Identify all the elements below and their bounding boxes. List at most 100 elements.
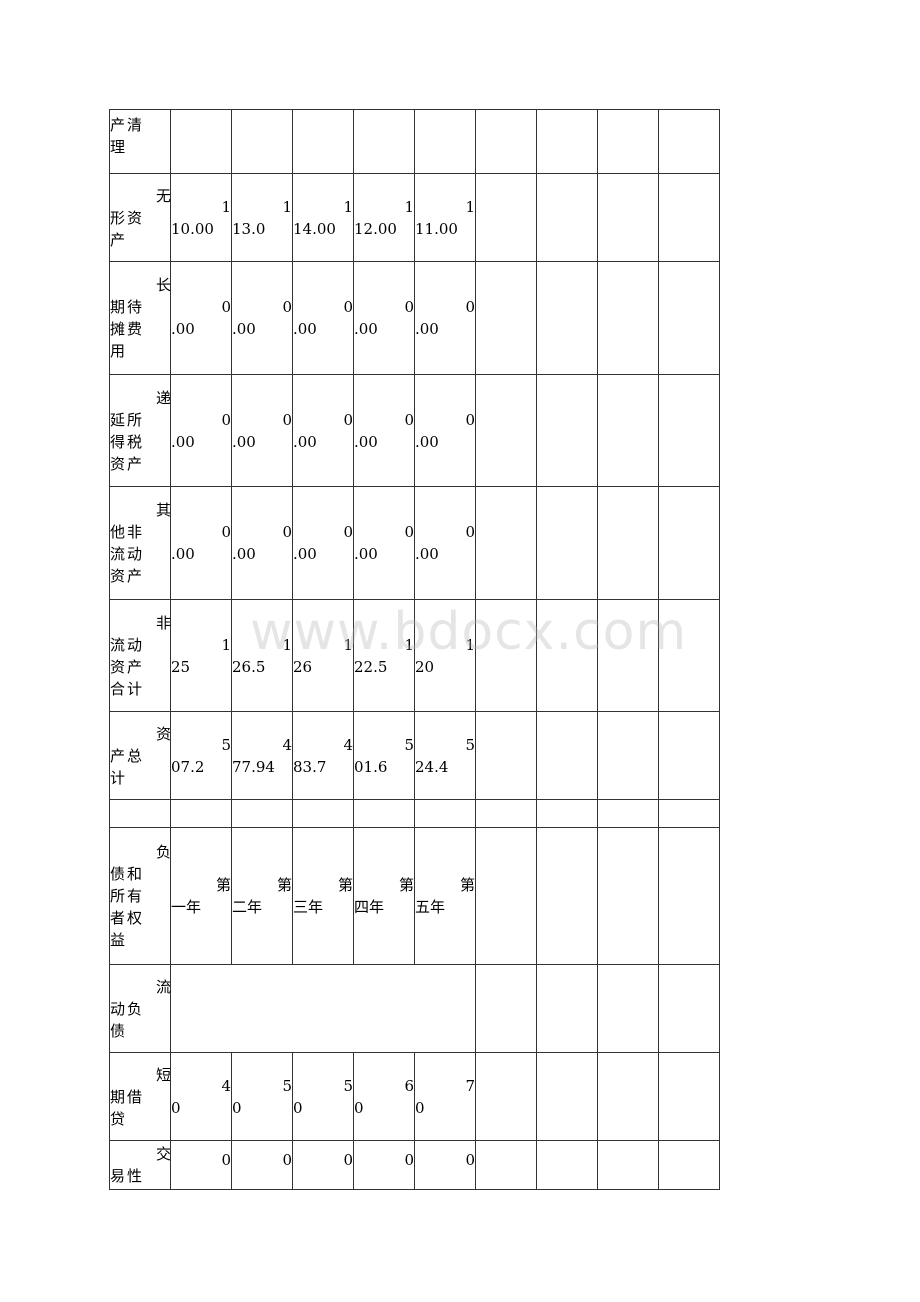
value-line-1: 4 — [221, 1076, 231, 1095]
value-cell: 0.00 — [292, 374, 354, 487]
value-cell: 0.00 — [414, 261, 476, 375]
empty-cell — [475, 799, 537, 828]
row-label-first-char: 递 — [155, 388, 171, 407]
value-cell: 60 — [353, 1052, 415, 1141]
empty-cell — [536, 711, 598, 800]
value-cell: 0.00 — [170, 374, 232, 487]
value-cell: 50 — [292, 1052, 354, 1141]
empty-cell — [475, 1140, 537, 1190]
table-row: 非流动资产合计 1 25 1 26.5 1 26 1 22.5 1 20 — [109, 599, 720, 712]
empty-cell — [597, 599, 659, 712]
empty-cell — [536, 261, 598, 375]
value-line-1: 0 — [221, 523, 231, 541]
value-line-1: 5 — [465, 735, 475, 754]
value-line-1: 0 — [343, 298, 353, 316]
value-cell: 40 — [170, 1052, 232, 1141]
empty-cell — [475, 964, 537, 1053]
row-label-text: 产清理 — [110, 116, 145, 156]
value-cell: 70 — [414, 1052, 476, 1141]
value-line-2: 20 — [415, 657, 435, 676]
empty-cell — [658, 599, 720, 712]
value-line-2: 83.7 — [293, 757, 327, 776]
value-cell: 0.00 — [231, 374, 293, 487]
empty-cell — [658, 173, 720, 262]
empty-cell — [597, 964, 659, 1053]
value-line-2: .00 — [415, 432, 439, 451]
value-line-2: 24.4 — [415, 757, 449, 776]
value-line-1: 0 — [221, 298, 231, 316]
table-row: 短期借贷 4 0 5 0 5 0 6 0 7 0 — [109, 1052, 720, 1141]
value-line-2: 13.0 — [232, 219, 266, 238]
row-label-first-char: 资 — [155, 724, 171, 743]
value-line-1: 1 — [282, 197, 292, 216]
empty-cell — [536, 109, 598, 174]
value-line-2: 0 — [354, 1098, 364, 1117]
value-cell — [170, 109, 232, 174]
empty-cell — [475, 173, 537, 262]
row-label: 无形资产 — [109, 173, 171, 262]
value-cell — [353, 799, 415, 828]
value-cell: 0 — [353, 1140, 415, 1190]
value-cell — [353, 109, 415, 174]
value-line-2: .00 — [354, 320, 378, 338]
balance-sheet-table: 产清理无形资产 1 10.00 1 13.0 1 14.00 1 12.00 1 11.00 长期待摊… — [109, 109, 720, 1190]
value-line-1: 6 — [404, 1076, 414, 1095]
value-cell: 4 83.7 — [292, 711, 354, 800]
empty-cell — [536, 486, 598, 600]
value-line-2: .00 — [232, 320, 256, 338]
value-line-2: 77.94 — [232, 757, 275, 776]
row-label-first-char: 流 — [155, 977, 171, 996]
value-line-1: 5 — [343, 1076, 353, 1095]
value-line-1: 1 — [465, 197, 475, 216]
value-line-1: 第 — [459, 876, 475, 894]
value-cell: 0.00 — [292, 486, 354, 600]
value-cell: 0.00 — [292, 261, 354, 375]
empty-cell — [658, 486, 720, 600]
row-label: 交易性 — [109, 1140, 171, 1190]
value-cell: 50 — [231, 1052, 293, 1141]
table-row: 递延所得税资产 0.00 0.00 0.00 0.00 0.00 — [109, 374, 720, 487]
value-line-2: 22.5 — [354, 657, 388, 676]
empty-cell — [536, 964, 598, 1053]
empty-cell — [597, 799, 659, 828]
empty-cell — [658, 964, 720, 1053]
value-cell: 0.00 — [353, 261, 415, 375]
empty-cell — [597, 711, 659, 800]
value-cell — [231, 109, 293, 174]
empty-cell — [597, 1140, 659, 1190]
row-label-text: 债和所有者权益 — [110, 865, 145, 949]
value-line-2: 0 — [293, 1098, 303, 1117]
empty-cell — [658, 1140, 720, 1190]
value-line-1: 第 — [337, 876, 353, 894]
table-row: 资产总计 5 07.2 4 77.94 4 83.7 5 01.6 5 24.4 — [109, 711, 720, 800]
value-line-2: .00 — [293, 545, 317, 563]
table-row: 流动负债 — [109, 964, 720, 1053]
value-line-1: 1 — [282, 635, 292, 654]
value-cell: 0 — [414, 1140, 476, 1190]
empty-cell — [536, 374, 598, 487]
value-cell — [292, 109, 354, 174]
empty-cell — [597, 261, 659, 375]
value-line-1: 5 — [282, 1076, 292, 1095]
value-cell: 0.00 — [170, 261, 232, 375]
value-cell: 1 13.0 — [231, 173, 293, 262]
row-label-text: 他非流动资产 — [110, 523, 145, 585]
value-line-2: 一年 — [171, 898, 202, 916]
value-cell: 0.00 — [414, 374, 476, 487]
table-row: 交易性 0 0 0 0 0 — [109, 1140, 720, 1190]
empty-cell — [475, 599, 537, 712]
value-line-2: .00 — [232, 432, 256, 451]
value-line-1: 0 — [465, 298, 475, 316]
empty-cell — [536, 1140, 598, 1190]
row-label-text: 产总计 — [110, 746, 145, 787]
value-cell: 5 01.6 — [353, 711, 415, 800]
value-line-2: .00 — [171, 432, 195, 451]
row-label: 其他非流动资产 — [109, 486, 171, 600]
empty-cell — [597, 374, 659, 487]
value-cell: 5 07.2 — [170, 711, 232, 800]
value-cell: 第三年 — [292, 827, 354, 965]
value-line-1: 1 — [404, 197, 414, 216]
table-row: 负债和所有者权益第一年第二年第三年第四年第五年 — [109, 827, 720, 965]
value-line-1: 0 — [282, 1151, 292, 1169]
empty-cell — [475, 374, 537, 487]
